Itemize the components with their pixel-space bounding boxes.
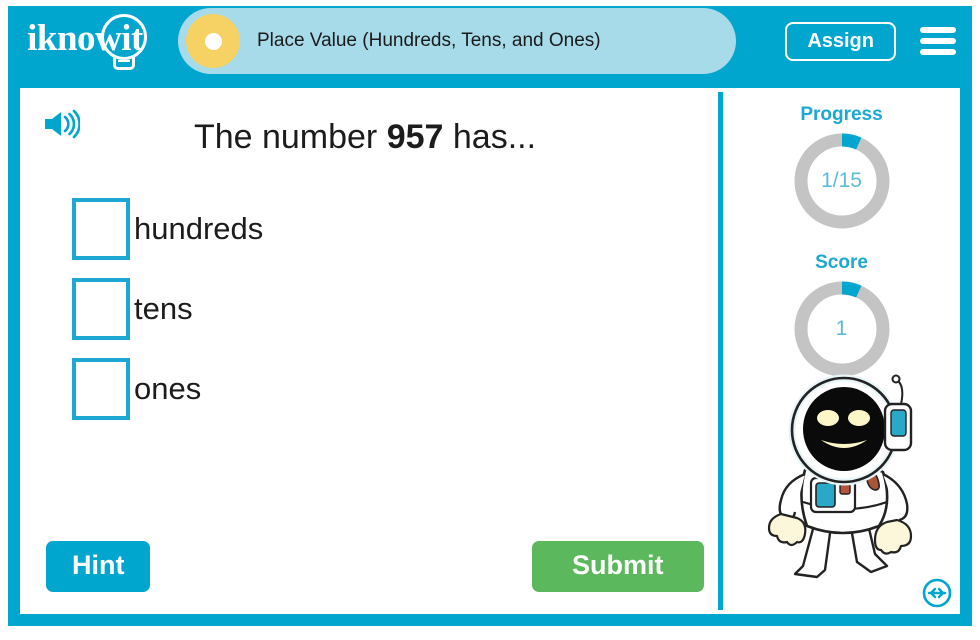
answer-row-ones: ones xyxy=(72,358,263,420)
question-text: The number 957 has... xyxy=(20,118,710,157)
hamburger-menu-icon[interactable] xyxy=(920,27,956,55)
progress-meter: Progress 1/15 xyxy=(723,104,960,232)
assign-button[interactable]: Assign xyxy=(785,21,896,61)
yellow-circle-inner-dot xyxy=(204,32,222,50)
progress-ring: 1/15 xyxy=(791,130,893,232)
content-frame: The number 957 has... hundreds tens ones… xyxy=(8,76,972,626)
sidebar: Progress 1/15 Score 1 xyxy=(723,88,960,614)
score-meter: Score 1 xyxy=(723,252,960,380)
page-title: Place Value (Hundreds, Tens, and Ones) xyxy=(257,30,601,51)
question-prefix: The number xyxy=(193,118,387,156)
score-ring: 1 xyxy=(791,278,893,380)
progress-value: 1/15 xyxy=(821,169,862,192)
content-area: The number 957 has... hundreds tens ones… xyxy=(20,88,960,614)
lightbulb-base-icon xyxy=(113,57,135,70)
resize-horizontal-icon[interactable] xyxy=(922,578,952,608)
brand-logo[interactable]: iknowit xyxy=(8,6,170,76)
answer-input-hundreds[interactable] xyxy=(72,198,130,260)
yellow-circle-icon xyxy=(186,14,240,68)
answer-row-tens: tens xyxy=(72,278,263,340)
lesson-title-bar: Place Value (Hundreds, Tens, and Ones) xyxy=(178,8,736,74)
answer-label-tens: tens xyxy=(134,291,193,326)
astronaut-mascot xyxy=(745,374,941,584)
hamburger-bar xyxy=(920,27,956,33)
answer-label-ones: ones xyxy=(134,371,202,406)
hamburger-bar xyxy=(920,49,956,55)
answer-input-tens[interactable] xyxy=(72,278,130,340)
question-suffix: has... xyxy=(443,118,537,156)
answer-list: hundreds tens ones xyxy=(72,198,263,438)
score-label: Score xyxy=(815,252,868,273)
answer-label-hundreds: hundreds xyxy=(134,211,264,246)
answer-row-hundreds: hundreds xyxy=(72,198,263,260)
question-number: 957 xyxy=(386,118,444,156)
header-actions: Assign xyxy=(785,21,972,61)
score-value: 1 xyxy=(835,317,848,340)
logo-text: iknowit xyxy=(27,17,143,59)
app-window: iknowit Place Value (Hundreds, Tens, and… xyxy=(0,0,980,640)
progress-label: Progress xyxy=(800,104,883,125)
answer-input-ones[interactable] xyxy=(72,358,130,420)
hint-button[interactable]: Hint xyxy=(46,541,151,592)
hamburger-bar xyxy=(920,38,956,44)
submit-button[interactable]: Submit xyxy=(532,541,704,592)
app-header: iknowit Place Value (Hundreds, Tens, and… xyxy=(8,6,972,76)
